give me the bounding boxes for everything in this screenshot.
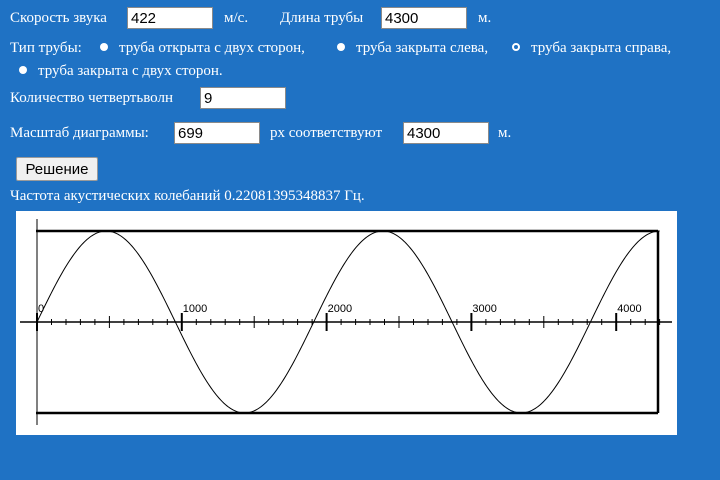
length-unit: м. [478, 10, 492, 26]
option-open-both-label: труба открыта с двух сторон, [119, 40, 305, 56]
radio-closed-left[interactable] [337, 43, 345, 51]
option-closed-right-label: труба закрыта справа, [531, 40, 672, 56]
quarter-waves-label: Количество четвертьволн [10, 90, 173, 106]
option-closed-both-label: труба закрыта с двух сторон. [38, 63, 223, 79]
scale-label: Масштаб диаграммы: [10, 125, 149, 141]
length-input[interactable] [381, 7, 467, 29]
scale-middle-text: px соответствуют [270, 125, 383, 141]
axis-tick-label: 3000 [472, 303, 496, 315]
speed-input[interactable] [127, 7, 213, 29]
quarter-waves-input[interactable] [200, 87, 286, 109]
speed-unit: м/с. [224, 10, 249, 26]
pipe-type-label: Тип трубы: [10, 40, 82, 56]
scale-unit: м. [498, 125, 512, 141]
wave-diagram: 0 1000 2000 3000 4000 [16, 211, 677, 435]
scale-px-input[interactable] [174, 122, 260, 144]
length-label: Длина трубы [280, 10, 364, 26]
speed-label: Скорость звука [10, 10, 107, 26]
radio-closed-both[interactable] [19, 66, 27, 74]
scale-m-input[interactable] [403, 122, 489, 144]
option-closed-left-label: труба закрыта слева, [356, 40, 489, 56]
radio-closed-right[interactable] [512, 43, 520, 51]
axis-tick-label: 2000 [328, 303, 352, 315]
radio-open-both[interactable] [100, 43, 108, 51]
axis-tick-label: 4000 [617, 303, 641, 315]
solve-button[interactable]: Решение [16, 157, 98, 181]
result-text: Частота акустических колебаний 0.2208139… [10, 188, 365, 204]
axis-tick-label: 1000 [183, 303, 207, 315]
